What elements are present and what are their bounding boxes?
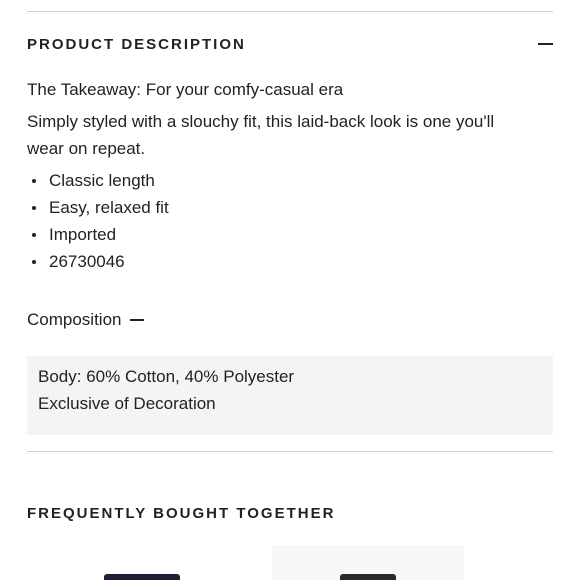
composition-line-decoration: Exclusive of Decoration bbox=[38, 394, 216, 413]
summary-line-1: Simply styled with a slouchy fit, this l… bbox=[27, 112, 495, 131]
section-divider bbox=[27, 451, 553, 452]
composition-panel: Body: 60% Cotton, 40% Polyester Exclusiv… bbox=[27, 356, 553, 435]
summary-line-2: wear on repeat. bbox=[27, 139, 146, 158]
bullet-icon bbox=[32, 179, 36, 183]
list-item-text: Imported bbox=[49, 225, 117, 244]
composition-minus-icon[interactable] bbox=[129, 318, 144, 321]
bullet-icon bbox=[32, 260, 36, 264]
collapse-minus-icon[interactable] bbox=[538, 43, 553, 45]
navy-garment-image bbox=[104, 574, 180, 580]
list-item: 26730046 bbox=[27, 248, 169, 275]
product-description-header[interactable]: PRODUCT DESCRIPTION bbox=[27, 33, 553, 55]
list-item-text: Classic length bbox=[49, 171, 155, 190]
frequently-bought-title: FREQUENTLY BOUGHT TOGETHER bbox=[27, 505, 336, 522]
composition-label: Composition bbox=[27, 309, 122, 329]
product-description-title: PRODUCT DESCRIPTION bbox=[27, 35, 246, 53]
list-item-text: 26730046 bbox=[49, 252, 125, 271]
list-item: Imported bbox=[27, 221, 169, 248]
bullet-icon bbox=[32, 233, 36, 237]
list-item-text: Easy, relaxed fit bbox=[49, 198, 169, 217]
composition-toggle[interactable]: Composition bbox=[27, 306, 144, 333]
product-thumbnail-1[interactable] bbox=[96, 572, 188, 580]
dark-garment-image bbox=[340, 574, 396, 580]
list-item: Easy, relaxed fit bbox=[27, 194, 169, 221]
takeaway-text: The Takeaway: For your comfy-casual era bbox=[27, 80, 344, 99]
bullet-icon bbox=[32, 206, 36, 210]
feature-list: Classic length Easy, relaxed fit Importe… bbox=[27, 167, 169, 275]
product-details-page: PRODUCT DESCRIPTION The Takeaway: For yo… bbox=[0, 0, 580, 580]
description-summary: Simply styled with a slouchy fit, this l… bbox=[27, 108, 557, 162]
product-thumbnail-2[interactable] bbox=[272, 545, 464, 580]
list-item: Classic length bbox=[27, 167, 169, 194]
top-divider bbox=[27, 11, 553, 12]
composition-line-body: Body: 60% Cotton, 40% Polyester bbox=[38, 367, 295, 386]
